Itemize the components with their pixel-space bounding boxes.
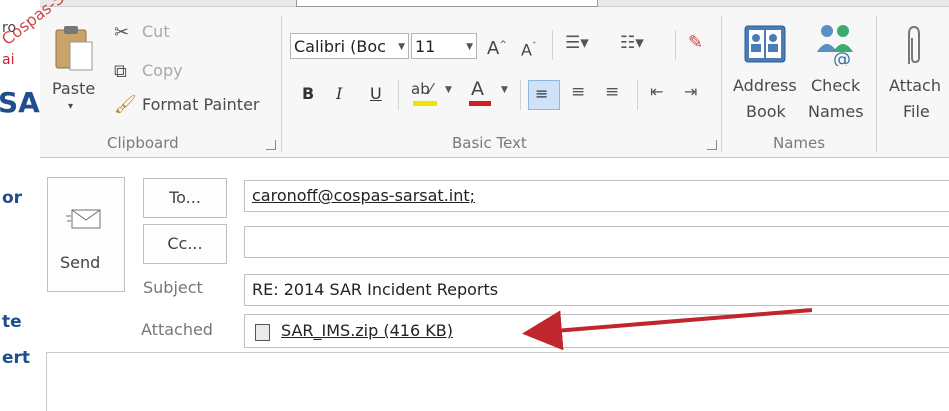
chevron-down-icon: ▼ [445, 85, 452, 95]
copy-button[interactable]: Copy [142, 61, 183, 80]
bold-button[interactable]: B [302, 84, 314, 103]
send-label: Send [60, 253, 101, 272]
subject-label: Subject [143, 278, 203, 297]
cc-button[interactable]: Cc... [143, 224, 227, 264]
group-separator [876, 16, 877, 152]
strip-text: or [2, 188, 23, 208]
paste-label[interactable]: Paste [52, 79, 95, 98]
check-names-icon: @ [817, 25, 853, 66]
attach-file-button[interactable]: Attach File [885, 20, 949, 130]
annotation-arrow [522, 308, 813, 350]
chevron-down-icon: ▼ [398, 42, 405, 52]
background-window-strip: ro ai SA or te ert [0, 0, 41, 410]
font-color-swatch [469, 101, 491, 106]
align-right-icon[interactable]: ≡ [605, 82, 619, 102]
numbering-icon[interactable]: ☷▾ [620, 33, 644, 53]
attachment-link[interactable]: SAR_IMS.zip (416 KB) [281, 316, 453, 346]
basic-text-launcher-icon[interactable] [707, 140, 717, 150]
attached-label: Attached [141, 320, 213, 339]
separator [520, 80, 521, 110]
clipboard-launcher-icon[interactable] [266, 140, 276, 150]
attach-file-label-line1: Attach [889, 76, 941, 95]
check-names-label-line1: Check [811, 76, 861, 95]
bullets-icon[interactable]: ☰▾ [565, 33, 589, 53]
svg-text:@: @ [833, 49, 851, 66]
align-left-icon: ≡ [535, 84, 549, 103]
increase-indent-icon[interactable]: ⇥ [684, 82, 697, 102]
address-book-label-line2: Book [746, 102, 786, 121]
send-button[interactable]: Send [47, 177, 125, 292]
highlighter-icon: ab⁄ [411, 80, 433, 98]
basic-text-group-label: Basic Text [452, 134, 527, 152]
address-book-label-line1: Address [733, 76, 797, 95]
paste-icon [55, 26, 93, 71]
strip-text: SA [0, 86, 40, 119]
send-envelope-icon [66, 209, 101, 229]
separator [552, 30, 553, 60]
grow-font-icon[interactable]: A^ [487, 35, 507, 59]
address-book-icon [744, 25, 786, 63]
decrease-indent-icon[interactable]: ⇤ [650, 82, 663, 102]
check-names-button[interactable]: @ Check Names [805, 20, 871, 130]
font-name-value: Calibri (Boc [294, 37, 386, 56]
strip-text: ert [2, 348, 31, 368]
strip-text: ai [2, 52, 15, 68]
format-painter-icon[interactable]: 🖌 [114, 95, 137, 115]
strip-text: te [2, 312, 22, 332]
paste-dropdown-icon[interactable]: ▾ [68, 101, 73, 112]
attach-file-label-line2: File [903, 102, 930, 121]
clear-formatting-icon[interactable]: ✎ [688, 33, 703, 53]
font-name-select[interactable]: Calibri (Boc ▼ [290, 33, 409, 59]
message-body[interactable] [46, 352, 949, 411]
address-book-button[interactable]: Address Book [733, 20, 799, 130]
separator [398, 80, 399, 110]
shrink-font-icon[interactable]: Aˇ [521, 37, 536, 60]
group-separator [281, 16, 282, 152]
paperclip-icon [908, 25, 920, 64]
copy-icon[interactable]: ⧉ [114, 62, 127, 82]
names-group-label: Names [773, 134, 826, 152]
highlight-color-swatch [413, 101, 437, 106]
check-names-label-line2: Names [808, 102, 864, 121]
zip-file-icon [255, 324, 270, 341]
cc-field[interactable] [244, 226, 949, 258]
underline-button[interactable]: U [370, 84, 382, 103]
to-field[interactable]: caronoff@cospas-sarsat.int; [244, 180, 949, 212]
separator [675, 30, 676, 60]
highlight-button[interactable]: ab⁄ ▼ [409, 79, 457, 109]
chevron-down-icon: ▼ [501, 85, 508, 95]
to-button[interactable]: To... [143, 178, 227, 218]
font-color-button[interactable]: A ▼ [467, 79, 512, 109]
font-size-value: 11 [415, 37, 436, 56]
to-recipient[interactable]: caronoff@cospas-sarsat.int; [252, 186, 475, 205]
align-center-icon[interactable]: ≡ [571, 82, 585, 102]
font-size-select[interactable]: 11 ▼ [411, 33, 477, 59]
italic-button[interactable]: I [336, 84, 342, 103]
separator [637, 80, 638, 110]
align-left-button[interactable]: ≡ [528, 80, 560, 110]
format-painter-button[interactable]: Format Painter [142, 95, 259, 114]
paste-button[interactable] [52, 22, 96, 74]
font-color-icon: A [471, 78, 484, 100]
group-separator [721, 16, 722, 152]
chevron-down-icon: ▼ [466, 42, 473, 52]
cut-button[interactable]: Cut [142, 22, 170, 41]
clipboard-group-label: Clipboard [107, 134, 179, 152]
ribbon-top-box [296, 0, 598, 7]
cut-icon[interactable]: ✂ [114, 23, 129, 43]
